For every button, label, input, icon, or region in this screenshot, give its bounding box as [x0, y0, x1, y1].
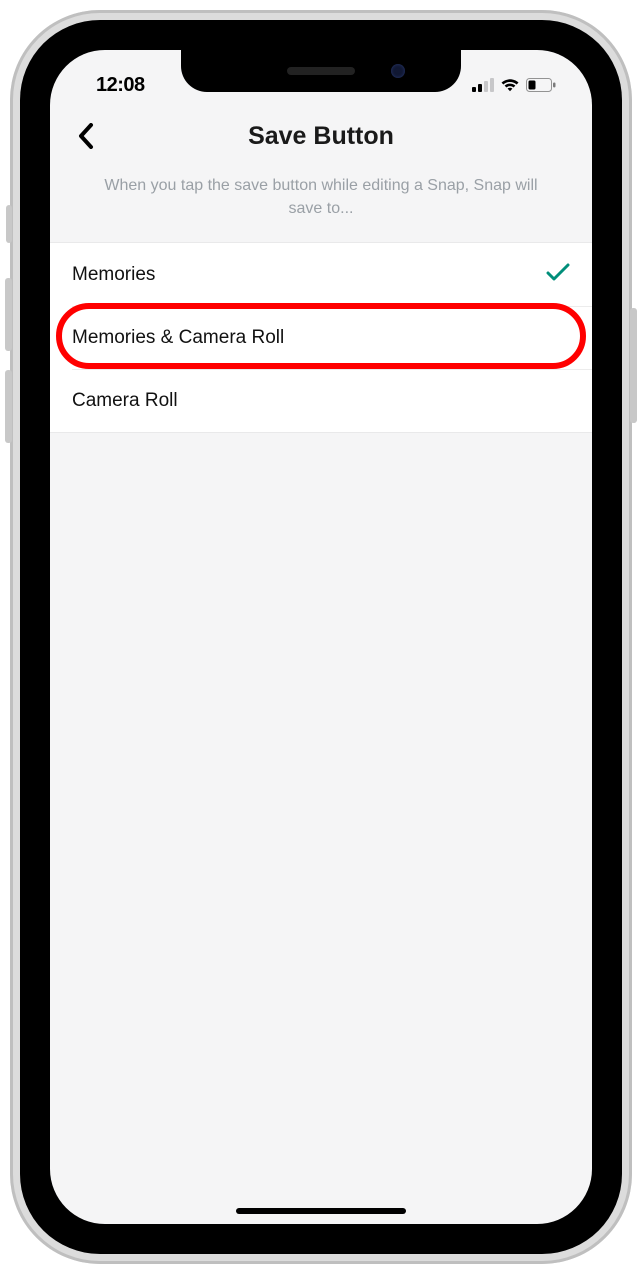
status-icons	[472, 78, 556, 92]
volume-up-button	[5, 278, 12, 351]
status-time: 12:08	[96, 74, 145, 97]
home-indicator[interactable]	[236, 1208, 406, 1214]
phone-screen: 12:08	[50, 50, 592, 1224]
wifi-icon	[500, 78, 520, 92]
option-memories-camera-roll[interactable]: Memories & Camera Roll	[50, 306, 592, 369]
phone-chassis: 12:08	[10, 10, 632, 1264]
speaker-grille	[287, 67, 355, 75]
phone-notch	[181, 50, 461, 92]
page-title: Save Button	[248, 122, 394, 151]
option-label: Memories	[72, 264, 155, 286]
volume-down-button	[5, 370, 12, 443]
phone-bezel: 12:08	[20, 20, 622, 1254]
back-button[interactable]	[66, 116, 106, 156]
page-header: Save Button	[50, 106, 592, 166]
checkmark-icon	[546, 262, 570, 287]
front-camera	[391, 64, 405, 78]
mute-switch	[6, 205, 12, 243]
power-button	[630, 308, 637, 423]
options-list: Memories Memories & Camera Roll Camera R…	[50, 242, 592, 433]
option-memories[interactable]: Memories	[50, 243, 592, 306]
option-label: Memories & Camera Roll	[72, 327, 284, 349]
page-description: When you tap the save button while editi…	[50, 166, 592, 242]
option-camera-roll[interactable]: Camera Roll	[50, 369, 592, 432]
cellular-icon	[472, 78, 494, 92]
battery-icon	[526, 78, 556, 92]
chevron-left-icon	[78, 123, 94, 149]
option-label: Camera Roll	[72, 390, 178, 412]
